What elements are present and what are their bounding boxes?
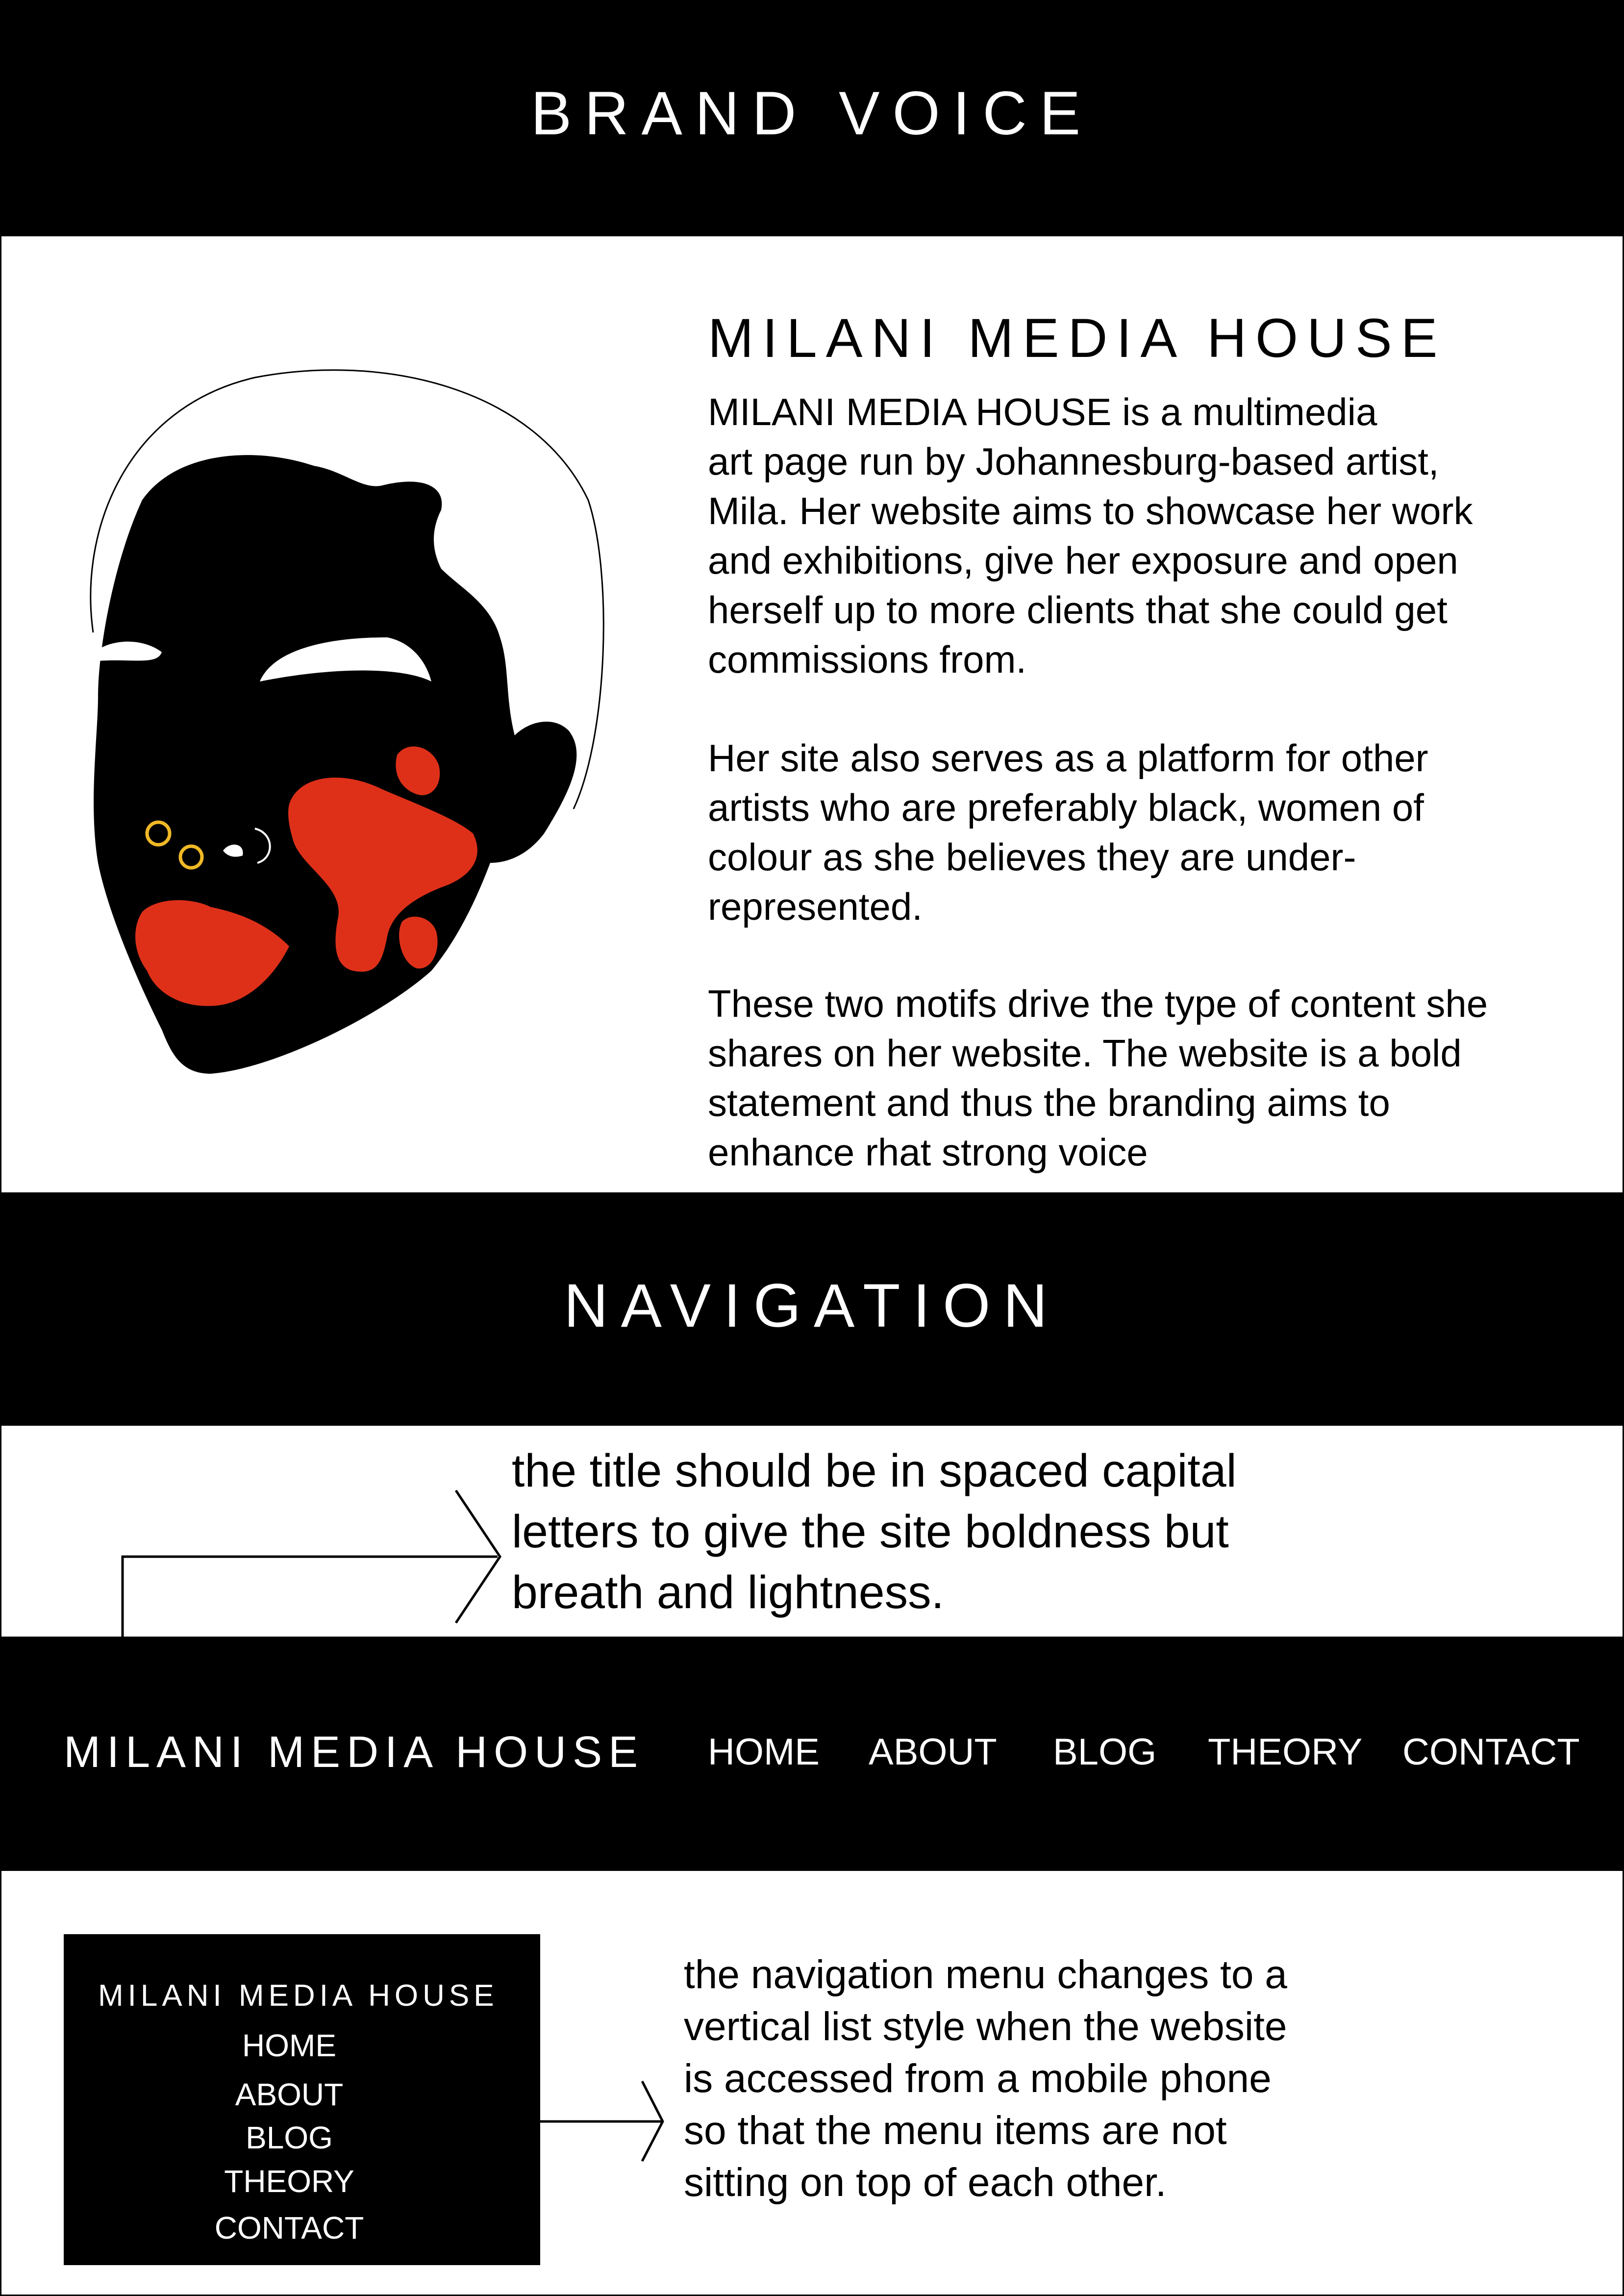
mobile-nav-brand[interactable]: MILANI MEDIA HOUSE [98,1978,499,2013]
brand-voice-heading: MILANI MEDIA HOUSE [708,307,1447,369]
mobile-nav-box: MILANI MEDIA HOUSE HOME ABOUT BLOG THEOR… [64,1934,540,2265]
intro-paragraph-1: MILANI MEDIA HOUSE is a multimedia art p… [708,390,1473,681]
nav-item-contact[interactable]: CONTACT [1402,1731,1580,1773]
intro-paragraph-2: Her site also serves as a platform for o… [708,736,1428,928]
navigation-band: NAVIGATION [0,1192,1624,1426]
mobile-nav-item-about[interactable]: ABOUT [64,2076,515,2113]
nav-item-about[interactable]: ABOUT [869,1731,997,1773]
brand-voice-title: BRAND VOICE [530,79,1094,148]
mobile-nav-item-contact[interactable]: CONTACT [64,2210,515,2246]
mobile-nav-item-home[interactable]: HOME [64,2027,515,2064]
title-note-text: the title should be in spaced capital le… [512,1445,1237,1618]
intro-paragraph-3: These two motifs drive the type of conte… [708,982,1488,1174]
mobile-note-arrow [540,2080,664,2162]
nav-item-theory[interactable]: THEORY [1208,1731,1362,1773]
mobile-nav-item-theory[interactable]: THEORY [64,2163,515,2199]
nav-item-blog[interactable]: BLOG [1053,1731,1156,1773]
face-illustration [88,369,604,1074]
mobile-note-text: the navigation menu changes to a vertica… [684,1952,1287,2205]
navigation-title: NAVIGATION [564,1272,1060,1340]
brand-voice-band: BRAND VOICE [0,0,1624,236]
desktop-nav-bar: MILANI MEDIA HOUSE HOME ABOUT BLOG THEOR… [0,1637,1624,1871]
nav-brand[interactable]: MILANI MEDIA HOUSE [64,1727,644,1778]
mobile-nav-item-blog[interactable]: BLOG [64,2119,515,2156]
title-note-arrow [121,1489,502,1638]
nav-item-home[interactable]: HOME [708,1731,820,1773]
